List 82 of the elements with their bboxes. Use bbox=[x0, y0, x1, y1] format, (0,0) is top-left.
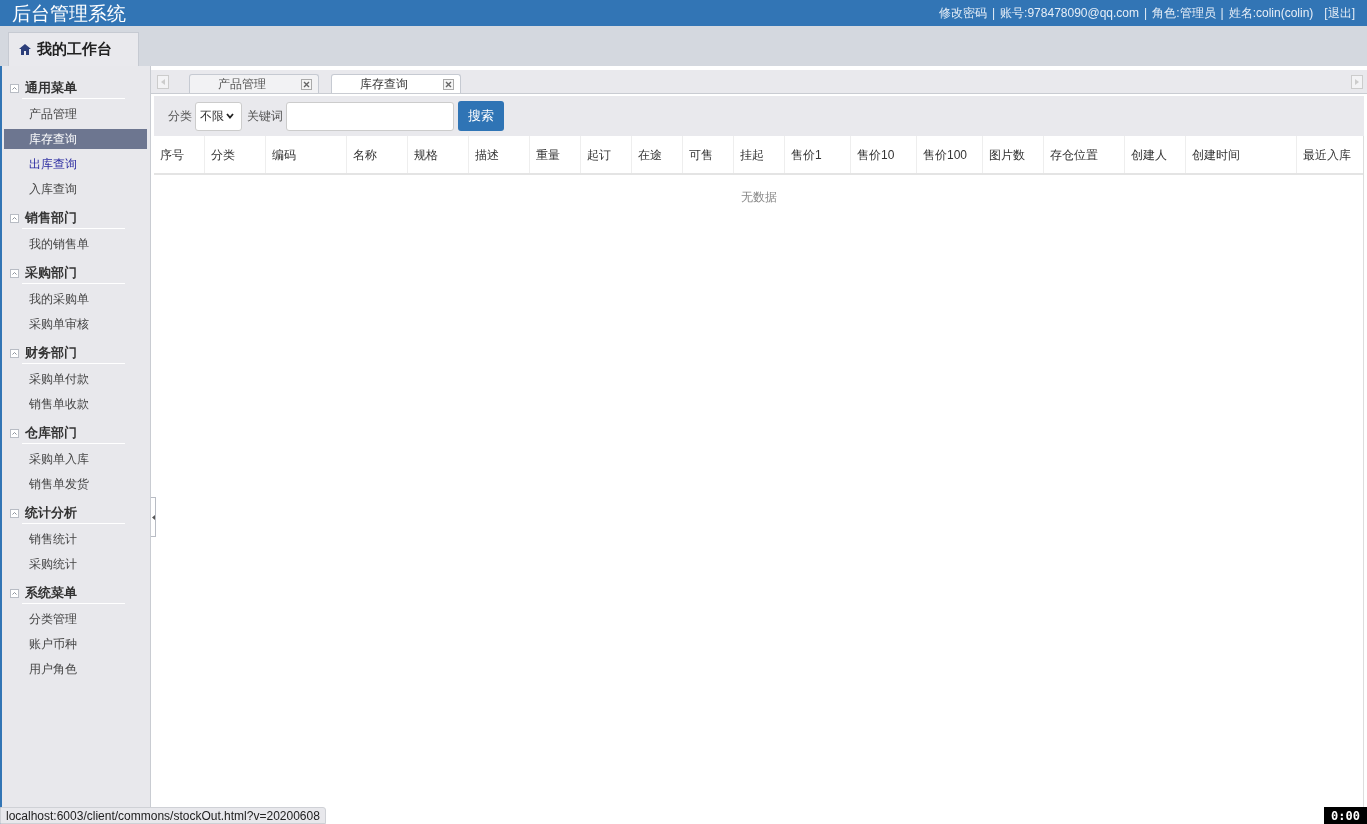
column-header: 编码 bbox=[265, 136, 346, 173]
menu-group-title[interactable]: 系统菜单 bbox=[25, 583, 77, 603]
keyword-field[interactable] bbox=[286, 101, 454, 131]
menu-group-title[interactable]: 销售部门 bbox=[25, 208, 77, 228]
category-label: 分类 bbox=[168, 108, 192, 125]
close-icon[interactable] bbox=[443, 78, 454, 90]
column-header: 图片数 bbox=[982, 136, 1043, 173]
menu-group-title[interactable]: 采购部门 bbox=[25, 263, 77, 283]
menu-item[interactable]: 分类管理 bbox=[4, 609, 147, 629]
page-tab[interactable]: 产品管理 bbox=[189, 74, 319, 93]
menu-item[interactable]: 我的销售单 bbox=[4, 234, 147, 254]
tab-label: 产品管理 bbox=[218, 76, 266, 93]
empty-message: 无数据 bbox=[740, 189, 777, 206]
collapse-icon[interactable] bbox=[10, 348, 19, 358]
home-icon bbox=[19, 44, 31, 55]
collapse-icon[interactable] bbox=[10, 213, 19, 223]
page-tab[interactable]: 库存查询 bbox=[331, 74, 461, 93]
menu-item[interactable]: 采购单审核 bbox=[4, 314, 147, 334]
header-info: 账号:978478090@qq.com bbox=[1000, 5, 1140, 22]
menu-item[interactable]: 用户角色 bbox=[4, 659, 147, 679]
column-header: 存仓位置 bbox=[1043, 136, 1124, 173]
status-bar: localhost:6003/client/commons/stockOut.html?v=20200608 bbox=[0, 807, 326, 824]
column-header: 重量 bbox=[529, 136, 580, 173]
menu-group-title[interactable]: 统计分析 bbox=[25, 503, 77, 523]
menu-item[interactable]: 销售统计 bbox=[4, 529, 147, 549]
column-header: 可售 bbox=[682, 136, 733, 173]
header-link[interactable]: [退出] bbox=[1324, 4, 1355, 22]
app-title: 后台管理系统 bbox=[12, 3, 126, 23]
column-header: 序号 bbox=[159, 146, 185, 164]
collapse-icon[interactable] bbox=[10, 268, 19, 278]
header-info: 角色:管理员 bbox=[1152, 5, 1216, 22]
column-header: 售价10 bbox=[850, 136, 916, 173]
tab-label: 库存查询 bbox=[360, 76, 408, 93]
workbench-tab[interactable]: 我的工作台 bbox=[8, 32, 139, 66]
left-arrow-icon bbox=[161, 79, 165, 85]
menu-item[interactable]: 采购单付款 bbox=[4, 369, 147, 389]
close-icon[interactable] bbox=[301, 78, 312, 90]
column-header: 规格 bbox=[407, 136, 468, 173]
column-header: 挂起 bbox=[733, 136, 784, 173]
column-header: 最近入库 bbox=[1296, 136, 1362, 173]
menu-item[interactable]: 采购统计 bbox=[4, 554, 147, 574]
collapse-arrow-icon bbox=[151, 514, 155, 520]
collapse-icon[interactable] bbox=[10, 508, 19, 518]
menu-item[interactable]: 账户币种 bbox=[4, 634, 147, 654]
scroll-right-button[interactable] bbox=[1351, 75, 1363, 89]
search-button[interactable]: 搜索 bbox=[458, 101, 504, 131]
chevron-down-icon bbox=[226, 113, 234, 119]
collapse-icon[interactable] bbox=[10, 588, 19, 598]
column-header: 在途 bbox=[631, 136, 682, 173]
separator: | bbox=[1144, 5, 1148, 22]
column-header: 售价1 bbox=[784, 136, 850, 173]
menu-item[interactable]: 入库查询 bbox=[4, 179, 147, 199]
menu-item[interactable]: 我的采购单 bbox=[4, 289, 147, 309]
scroll-left-button[interactable] bbox=[157, 75, 169, 89]
menu-group-title[interactable]: 财务部门 bbox=[25, 343, 77, 363]
column-header: 分类 bbox=[204, 136, 265, 173]
collapse-icon[interactable] bbox=[10, 83, 19, 93]
column-header: 起订 bbox=[580, 136, 631, 173]
column-header: 创建人 bbox=[1124, 136, 1185, 173]
column-header: 名称 bbox=[346, 136, 407, 173]
menu-item[interactable]: 出库查询 bbox=[4, 154, 147, 174]
header-info: 姓名:colin(colin) bbox=[1228, 5, 1314, 22]
menu-item[interactable]: 库存查询 bbox=[4, 129, 147, 149]
menu-item[interactable]: 销售单收款 bbox=[4, 394, 147, 414]
header-link[interactable]: 修改密码 bbox=[939, 4, 987, 22]
category-select[interactable]: 不限 bbox=[195, 101, 242, 131]
timer-overlay: 0:00 bbox=[1324, 807, 1367, 824]
column-header: 描述 bbox=[468, 136, 529, 173]
menu-item[interactable]: 产品管理 bbox=[4, 104, 147, 124]
keyword-label: 关键词 bbox=[247, 108, 283, 125]
separator: | bbox=[992, 5, 996, 22]
workbench-label: 我的工作台 bbox=[37, 39, 112, 60]
splitter-handle[interactable] bbox=[151, 497, 156, 537]
menu-group-title[interactable]: 仓库部门 bbox=[25, 423, 77, 443]
separator: | bbox=[1220, 5, 1224, 22]
collapse-icon[interactable] bbox=[10, 428, 19, 438]
right-arrow-icon bbox=[1355, 79, 1359, 85]
menu-item[interactable]: 销售单发货 bbox=[4, 474, 147, 494]
menu-item[interactable]: 采购单入库 bbox=[4, 449, 147, 469]
column-header: 售价100 bbox=[916, 136, 982, 173]
menu-group-title[interactable]: 通用菜单 bbox=[25, 78, 77, 98]
column-header: 创建时间 bbox=[1185, 136, 1296, 173]
